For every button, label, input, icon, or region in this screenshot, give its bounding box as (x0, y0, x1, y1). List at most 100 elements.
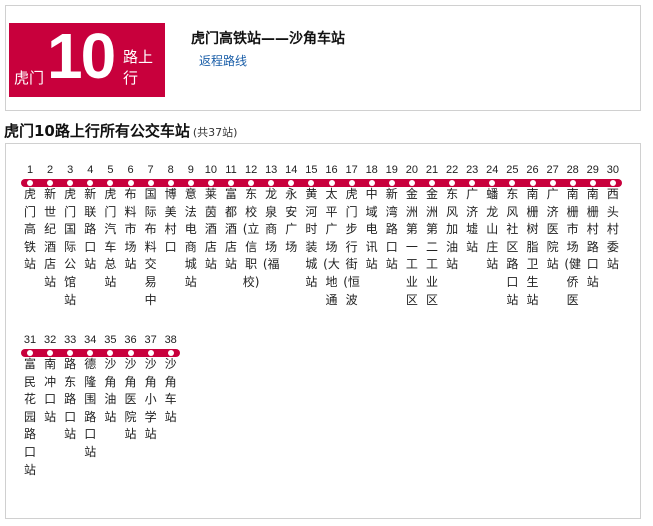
bus-stop: 22 东风加油站 (442, 162, 462, 274)
stop-name[interactable]: 中域电讯站 (362, 186, 382, 274)
stop-dot (429, 180, 435, 186)
bus-stop: 13 龙泉商场(福 (261, 162, 281, 274)
stop-name[interactable]: 虎门步行街(恒波 (342, 186, 362, 309)
stop-number: 19 (385, 164, 398, 176)
bus-stop: 38 沙角车站 (161, 332, 181, 426)
section-title: 虎门10路上行所有公交车站 (共37站) (4, 120, 237, 141)
bus-stop: 8 博美村口 (161, 162, 181, 256)
stop-number: 15 (305, 164, 318, 176)
stop-dot (27, 350, 33, 356)
stop-name[interactable]: 金洲第一工业区 (402, 186, 422, 309)
stop-name[interactable]: 新湾路口站 (382, 186, 402, 274)
stop-number: 2 (47, 164, 54, 176)
stop-name[interactable]: 虎门高铁站 (20, 186, 40, 274)
route-direction: 路上行 (123, 48, 154, 87)
bus-stop: 10 莱茵酒店站 (201, 162, 221, 274)
stop-name[interactable]: 新世纪酒店站 (40, 186, 60, 292)
stop-name[interactable]: 虎门汽车总站 (100, 186, 120, 292)
stop-name[interactable]: 永安广场 (281, 186, 301, 256)
stop-dot (408, 180, 415, 186)
bus-stop: 18 中域电讯站 (362, 162, 382, 274)
stop-number: 25 (506, 164, 519, 176)
stop-dot (529, 180, 536, 186)
stop-number: 38 (164, 334, 177, 346)
stop-name[interactable]: 广济墟站 (462, 186, 482, 256)
stop-number: 20 (405, 164, 419, 176)
stop-dot (127, 180, 134, 186)
stop-number: 17 (345, 164, 358, 176)
stop-dot (228, 180, 234, 186)
stop-name[interactable]: 金洲第二工业区 (422, 186, 442, 309)
stop-name[interactable]: 路东路口站 (60, 356, 80, 444)
bus-stop: 32 南冲口站 (40, 332, 60, 426)
stop-dot (187, 180, 194, 186)
stop-name[interactable]: 广济医院站 (543, 186, 563, 274)
bus-stop: 1 虎门高铁站 (20, 162, 40, 274)
return-route-link[interactable]: 返程路线 (199, 52, 247, 69)
stop-name[interactable]: 新联路口站 (80, 186, 100, 274)
stop-dot (348, 180, 355, 186)
stop-name[interactable]: 沙角医院站 (121, 356, 141, 444)
route-header: 虎门 10 路上行 虎门高铁站——沙角车站 返程路线 (5, 5, 641, 111)
stop-number: 1 (26, 164, 34, 176)
stop-dot (569, 180, 576, 186)
stop-number: 23 (466, 164, 479, 176)
stop-dot (207, 180, 214, 186)
stop-number: 21 (425, 164, 439, 176)
route-number: 10 (47, 20, 116, 92)
stop-dot (147, 350, 154, 356)
bus-stop: 37 沙角小学站 (141, 332, 161, 444)
stop-name[interactable]: 东风社区路口站 (502, 186, 522, 309)
stop-number: 22 (445, 164, 459, 176)
stop-name[interactable]: 意法电商城站 (181, 186, 201, 292)
stop-name[interactable]: 南栅树脂卫生站 (523, 186, 543, 309)
stop-number: 6 (127, 164, 134, 176)
stop-name[interactable]: 莱茵酒店站 (201, 186, 221, 274)
stop-name[interactable]: 太平广场(大地通 (322, 186, 342, 309)
stop-number: 4 (87, 164, 94, 176)
stop-name[interactable]: 虎门国际公馆站 (60, 186, 80, 309)
stop-name[interactable]: 南冲口站 (40, 356, 60, 426)
stop-name[interactable]: 南栅村路口站 (583, 186, 603, 292)
stop-number: 9 (187, 164, 194, 176)
bus-stop: 11 富都酒店站 (221, 162, 241, 274)
stop-name[interactable]: 富民花园路口站 (20, 356, 40, 479)
stop-name[interactable]: 西头村委站 (603, 186, 623, 274)
stop-name[interactable]: 黄河时装城站 (301, 186, 321, 292)
stop-count: (共37站) (192, 126, 238, 139)
bus-stop: 6 布料市场站 (121, 162, 141, 274)
stop-number: 30 (606, 164, 620, 176)
bus-stop: 23 广济墟站 (462, 162, 482, 256)
bus-stop: 24 蟠龙山庄站 (482, 162, 502, 274)
stop-name[interactable]: 沙角油站 (100, 356, 120, 426)
stop-name[interactable]: 沙角车站 (161, 356, 181, 426)
bus-stop: 36 沙角医院站 (121, 332, 141, 444)
stop-name[interactable]: 博美村口 (161, 186, 181, 256)
stop-name[interactable]: 布料市场站 (121, 186, 141, 274)
stop-dot (127, 350, 134, 356)
route-prefix: 虎门 (14, 69, 45, 87)
stop-name[interactable]: 德隆围路口站 (80, 356, 100, 462)
stop-name[interactable]: 南栅市场(健侨医 (563, 186, 583, 309)
stop-name[interactable]: 东风加油站 (442, 186, 462, 274)
stop-name[interactable]: 沙角小学站 (141, 356, 161, 444)
route-title: 虎门高铁站——沙角车站 (191, 31, 345, 47)
stop-number: 5 (107, 164, 114, 176)
stop-name[interactable]: 国际布料交易中 (141, 186, 161, 309)
stop-name[interactable]: 蟠龙山庄站 (482, 186, 502, 274)
stop-number: 10 (204, 164, 218, 176)
stop-name[interactable]: 富都酒店站 (221, 186, 241, 274)
bus-stop: 19 新湾路口站 (382, 162, 402, 274)
stop-number: 32 (43, 334, 57, 346)
stop-number: 8 (167, 164, 174, 176)
bus-stop: 14 永安广场 (281, 162, 301, 256)
stop-dot (147, 180, 154, 186)
stop-name[interactable]: 龙泉商场(福 (261, 186, 281, 274)
stop-number: 16 (325, 164, 338, 176)
stop-name[interactable]: 东校(立信职校) (241, 186, 261, 292)
stops-panel: 1 虎门高铁站 2 新世纪酒店站 3 虎门国际公馆站 4 新联路口站 5 虎门汽车总站 6 布料市场站… (5, 143, 641, 519)
stop-number: 12 (244, 164, 258, 176)
stop-number: 36 (124, 334, 137, 346)
stop-dot (167, 350, 174, 356)
bus-stop: 33 路东路口站 (60, 332, 80, 444)
